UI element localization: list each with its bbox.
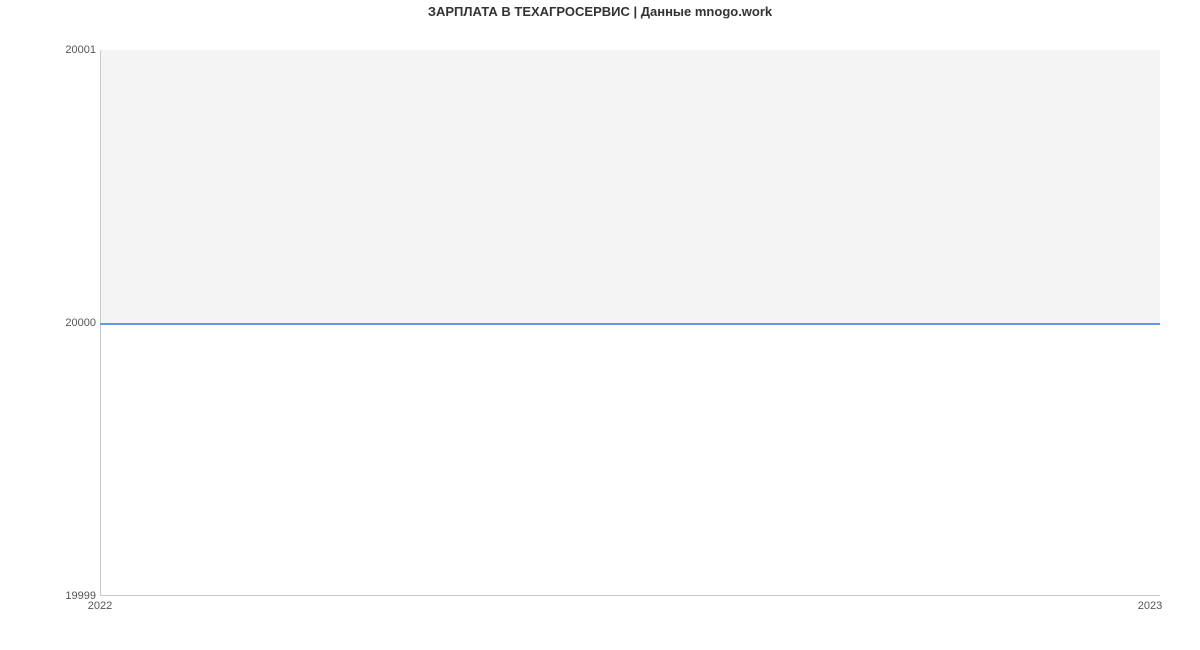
chart-title: ЗАРПЛАТА В ТЕХАГРОСЕРВИС | Данные mnogo.… [0, 4, 1200, 19]
y-tick-label: 20000 [65, 317, 96, 329]
chart-container: ЗАРПЛАТА В ТЕХАГРОСЕРВИС | Данные mnogo.… [0, 0, 1200, 650]
series-line [100, 323, 1160, 325]
series-fill [100, 50, 1160, 323]
y-tick-label: 20001 [65, 44, 96, 56]
x-axis-line [100, 595, 1160, 596]
plot-area [100, 50, 1160, 596]
x-tick-label: 2022 [88, 600, 112, 612]
x-tick-label: 2023 [1138, 600, 1162, 612]
